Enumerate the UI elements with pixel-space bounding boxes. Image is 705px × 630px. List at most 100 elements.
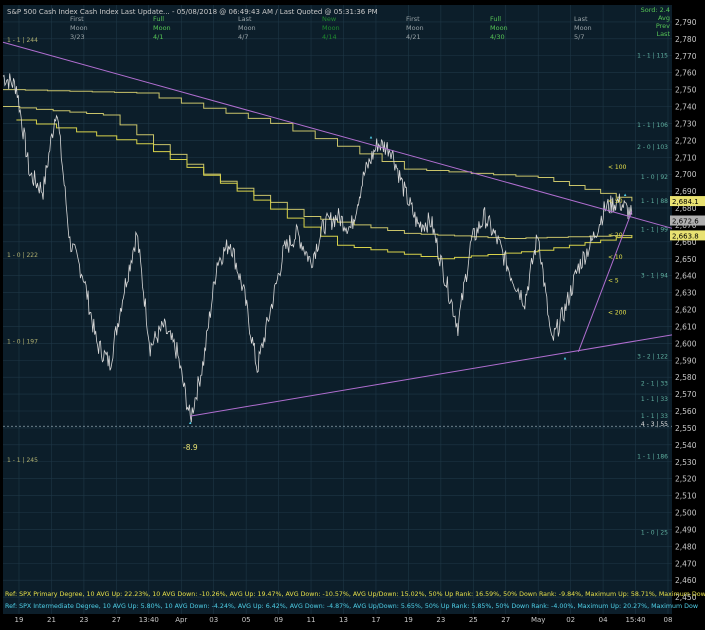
gann-level-right: 3 - 2 | 122 <box>637 354 668 361</box>
price-tag-text: 2,663.8 <box>672 232 699 240</box>
x-tick-label: 23 <box>436 616 445 624</box>
x-tick-label: 27 <box>501 616 510 624</box>
y-tick-label: 2,530 <box>675 458 697 467</box>
y-tick-label: 2,550 <box>675 424 697 433</box>
gann-level-right: 1 - 1 | 33 <box>641 396 668 403</box>
moon-date: 5/7 <box>574 33 584 41</box>
y-tick-label: 2,730 <box>675 119 697 128</box>
ma-marker: < 5 <box>608 277 619 284</box>
y-tick-label: 2,470 <box>675 559 697 568</box>
x-tick-label: 04 <box>599 616 608 624</box>
x-tick-label: Apr <box>175 616 187 624</box>
moon-date: 4/7 <box>238 33 248 41</box>
y-tick-label: 2,650 <box>675 255 697 264</box>
ma-marker: < 200 <box>608 310 627 317</box>
gann-level-left: 1 - 0 | 222 <box>7 252 38 259</box>
moon-date: 4/21 <box>406 33 421 41</box>
moon-date: 4/14 <box>322 33 337 41</box>
y-tick-label: 2,500 <box>675 509 697 518</box>
ma-marker: < 10 <box>608 254 623 261</box>
moon-word: Moon <box>238 24 256 32</box>
y-tick-label: 2,480 <box>675 542 697 551</box>
gann-level-right: 2 - 1 | 33 <box>641 381 668 388</box>
gann-level-left: 1 - 1 | 244 <box>7 37 38 44</box>
y-tick-label: 2,710 <box>675 153 697 162</box>
ma-marker: < 20 <box>608 232 623 239</box>
gann-level-left: 1 - 1 | 245 <box>7 457 38 464</box>
y-tick-label: 2,620 <box>675 306 697 315</box>
stock-chart[interactable]: 2,4502,4602,4702,4802,4902,5002,5102,520… <box>0 0 705 626</box>
x-tick-label: 08 <box>664 616 673 624</box>
gann-level-right: 1 - 0 | 92 <box>641 174 668 181</box>
moon-word: Moon <box>70 24 88 32</box>
y-tick-label: 2,790 <box>675 18 697 27</box>
price-tag-text: 2,684.1 <box>672 198 699 206</box>
x-tick-label: 17 <box>371 616 380 624</box>
gann-level-right: 1 - 1 | 186 <box>637 453 668 460</box>
y-tick-label: 2,610 <box>675 322 697 331</box>
x-tick-label: 09 <box>274 616 283 624</box>
moon-date: 4/1 <box>153 33 163 41</box>
y-tick-label: 2,760 <box>675 69 697 78</box>
y-tick-label: 2,600 <box>675 339 697 348</box>
x-tick-label: 19 <box>15 616 24 624</box>
y-tick-label: 2,640 <box>675 272 697 281</box>
x-tick-label: 11 <box>307 616 316 624</box>
header-status: Avg <box>658 14 670 22</box>
moon-phase-name: First <box>70 15 84 23</box>
header-status: Last <box>656 30 670 38</box>
moon-phase-name: First <box>406 15 420 23</box>
y-tick-label: 2,630 <box>675 289 697 298</box>
footer-stats-line: Ref: SPX Intermediate Degree, 10 AVG Up:… <box>5 603 698 610</box>
gann-level-right: 2 - 0 | 103 <box>637 144 668 151</box>
gann-level-right: 1 - 1 | 88 <box>641 198 668 205</box>
y-tick-label: 2,590 <box>675 356 697 365</box>
y-tick-label: 2,520 <box>675 475 697 484</box>
y-tick-label: 2,460 <box>675 576 697 585</box>
x-tick-label: 15:40 <box>625 616 645 624</box>
y-tick-label: 2,560 <box>675 407 697 416</box>
y-tick-label: 2,720 <box>675 136 697 145</box>
gann-level-right: 1 - 1 | 33 <box>641 413 668 420</box>
price-tag-text: 2,672.6 <box>672 218 699 226</box>
footer-stats-line: Ref: SPX Primary Degree, 10 AVG Up: 22.2… <box>5 591 705 598</box>
ma-marker: < 100 <box>608 164 627 171</box>
moon-phase-name: Full <box>153 15 164 23</box>
moon-phase-name: Last <box>238 15 252 23</box>
header-status: Sord: 2.4 <box>641 6 670 14</box>
x-tick-label: 27 <box>112 616 121 624</box>
header-status: Prev <box>656 22 670 30</box>
y-tick-label: 2,750 <box>675 86 697 95</box>
gann-level-right: 3 - 1 | 94 <box>641 272 668 279</box>
moon-word: Moon <box>574 24 592 32</box>
y-tick-label: 2,540 <box>675 441 697 450</box>
gann-level-right: 4 - 3 | 55 <box>641 421 668 428</box>
moon-phase-name: New <box>322 15 337 23</box>
chart-container: 2,450 2,460 2,470 2,480 2,490 2,500 2,510 2,520… <box>0 0 705 626</box>
y-tick-label: 2,770 <box>675 52 697 61</box>
y-tick-label: 2,700 <box>675 170 697 179</box>
moon-word: Moon <box>153 24 171 32</box>
x-tick-label: 13:40 <box>139 616 159 624</box>
moon-word: Moon <box>406 24 424 32</box>
gann-level-left: 1 - 0 | 197 <box>7 338 38 345</box>
moon-word: Moon <box>490 24 508 32</box>
moon-date: 3/23 <box>70 33 85 41</box>
moon-phase-name: Last <box>574 15 588 23</box>
y-tick-label: 2,570 <box>675 390 697 399</box>
gann-level-right: 1 - 0 | 25 <box>641 529 668 536</box>
x-tick-label: 03 <box>209 616 218 624</box>
x-tick-label: 02 <box>566 616 575 624</box>
x-tick-label: 21 <box>47 616 56 624</box>
y-tick-label: 2,510 <box>675 492 697 501</box>
y-tick-label: 2,490 <box>675 525 697 534</box>
x-tick-label: 19 <box>404 616 413 624</box>
x-tick-label: 13 <box>339 616 348 624</box>
gann-level-right: 1 - 1 | 99 <box>641 227 668 234</box>
x-tick-label: 23 <box>79 616 88 624</box>
y-tick-label: 2,780 <box>675 35 697 44</box>
moon-phase-name: Full <box>490 15 501 23</box>
moon-word: Moon <box>322 24 340 32</box>
y-tick-label: 2,690 <box>675 187 697 196</box>
gann-level-right: 1 - 1 | 106 <box>637 122 668 129</box>
